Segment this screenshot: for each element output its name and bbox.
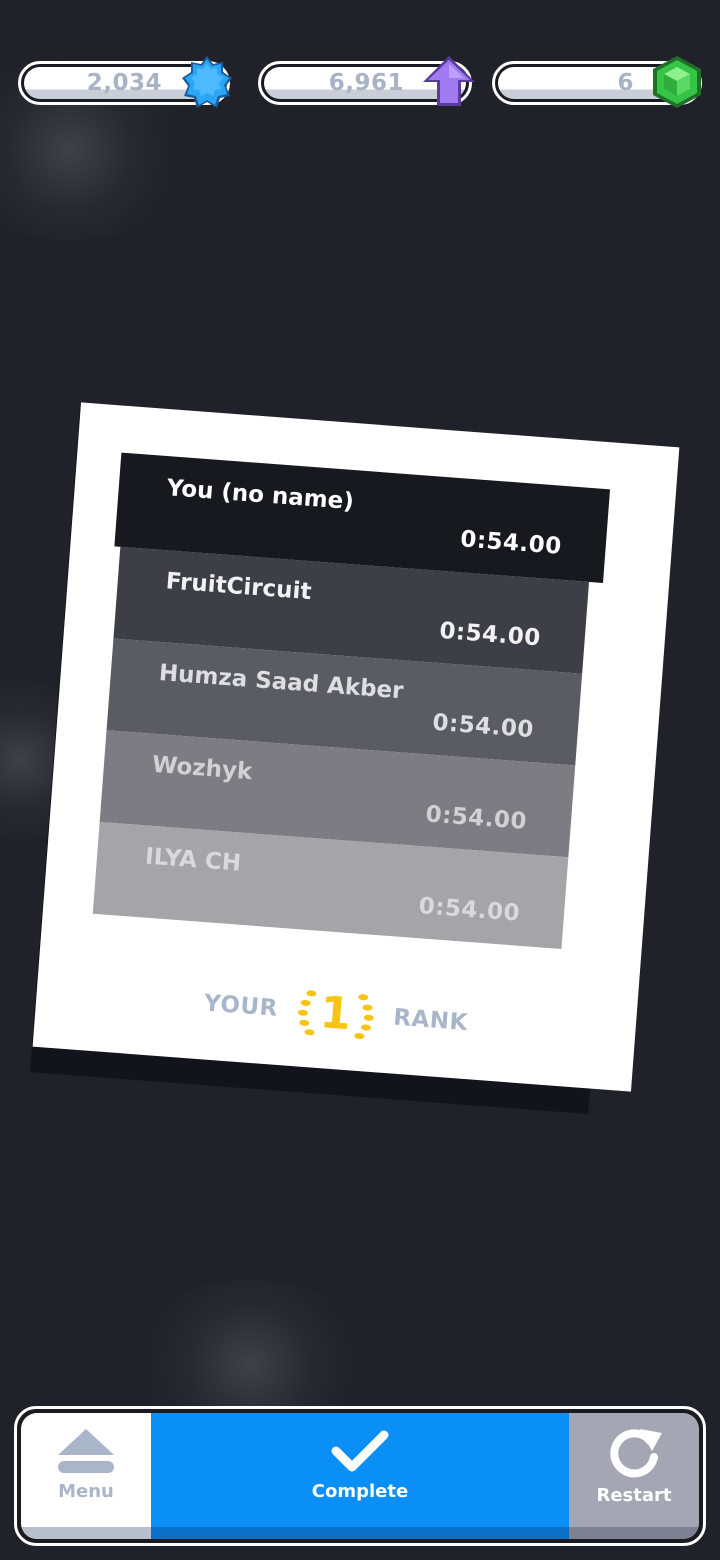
currency-gems: 6 bbox=[492, 56, 702, 108]
row-time: 0:54.00 bbox=[438, 617, 542, 652]
row-name: Wozhyk bbox=[151, 751, 254, 786]
currency-gems-value: 6 bbox=[617, 70, 634, 96]
complete-label: Complete bbox=[311, 1481, 409, 1502]
menu-label: Menu bbox=[58, 1481, 114, 1502]
currency-boosts: 6,961 bbox=[258, 56, 475, 106]
complete-button[interactable]: Complete bbox=[151, 1413, 569, 1539]
menu-button[interactable]: Menu bbox=[21, 1413, 151, 1539]
currency-stars-value: 2,034 bbox=[86, 70, 162, 96]
row-time: 0:54.00 bbox=[417, 893, 521, 927]
row-time: 0:54.00 bbox=[431, 709, 535, 744]
currency-stars: 2,034 bbox=[18, 56, 232, 108]
eject-icon bbox=[58, 1429, 114, 1473]
action-bar: Menu Complete Restart bbox=[14, 1406, 706, 1546]
purple-up-arrow-icon bbox=[423, 56, 475, 106]
restart-button[interactable]: Restart bbox=[569, 1413, 699, 1539]
row-name: Humza Saad Akber bbox=[158, 660, 405, 705]
restart-icon bbox=[610, 1429, 662, 1478]
checkmark-icon bbox=[331, 1430, 389, 1472]
row-name: ILYA CH bbox=[144, 843, 242, 877]
leaderboard-card: You (no name) 0:54.00 FruitCircuit 0:54.… bbox=[32, 402, 680, 1092]
rank-suffix: RANK bbox=[392, 1004, 469, 1037]
leaderboard-list: You (no name) 0:54.00 FruitCircuit 0:54.… bbox=[92, 452, 611, 949]
player-name: You (no name) bbox=[165, 475, 355, 516]
player-time: 0:54.00 bbox=[459, 526, 563, 560]
currency-boosts-value: 6,961 bbox=[328, 70, 404, 96]
laurel-icon bbox=[297, 990, 374, 1040]
green-cube-gem-icon bbox=[653, 56, 701, 108]
blue-star-badge-icon bbox=[182, 56, 232, 108]
row-time: 0:54.00 bbox=[424, 801, 528, 835]
rank-badge: 1 bbox=[293, 980, 377, 1046]
rank-prefix: YOUR bbox=[203, 990, 279, 1022]
game-screen: 2,034 6,961 6 You (no name) 0:54.00 Frui… bbox=[0, 0, 720, 1560]
row-name: FruitCircuit bbox=[164, 568, 313, 606]
rank-summary: YOUR 1 RANK bbox=[35, 961, 638, 1066]
restart-label: Restart bbox=[596, 1485, 672, 1506]
